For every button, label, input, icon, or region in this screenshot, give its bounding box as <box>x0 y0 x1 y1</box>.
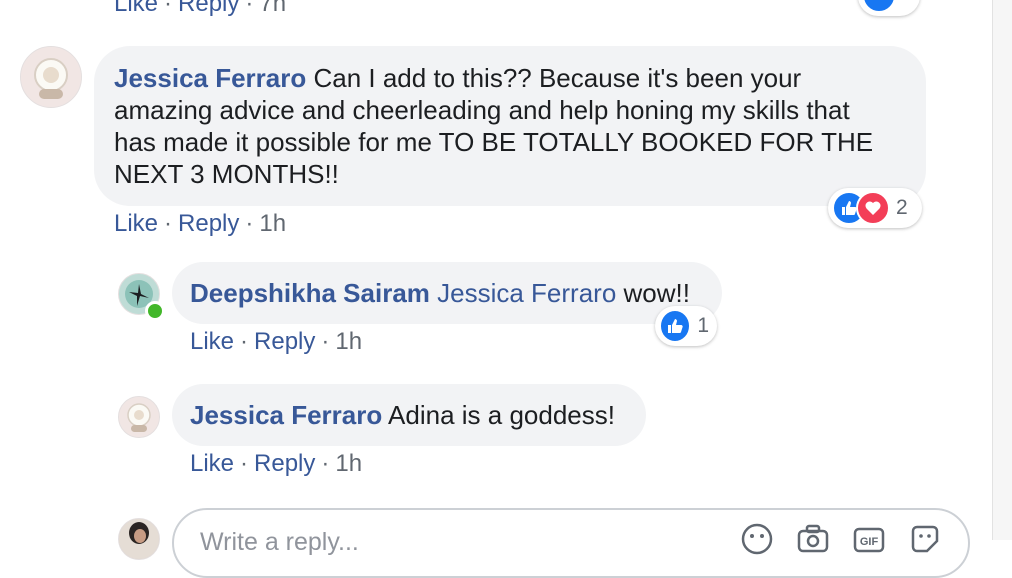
reply-bubble: Jessica Ferraro Adina is a goddess! <box>172 384 646 446</box>
timestamp: 1h <box>335 450 363 477</box>
mention-link[interactable]: Jessica Ferraro <box>437 278 616 308</box>
comment-author[interactable]: Jessica Ferraro <box>114 63 306 93</box>
camera-icon[interactable] <box>796 522 830 556</box>
comment-text-line: amazing advice and cheerleading and help… <box>114 95 850 125</box>
online-status-indicator <box>145 301 165 321</box>
reply-actions: Like · Reply · 1h <box>190 450 363 477</box>
avatar-image <box>119 397 159 437</box>
timestamp: 1h <box>259 210 287 237</box>
like-link[interactable]: Like <box>114 210 158 237</box>
previous-comment-actions: Like · Reply · 7h <box>114 0 286 18</box>
reply-link[interactable]: Reply <box>254 450 315 477</box>
reply-author[interactable]: Jessica Ferraro <box>190 400 382 430</box>
reply-link[interactable]: Reply <box>178 0 239 17</box>
reply-composer[interactable]: GIF <box>172 508 970 578</box>
reply-link[interactable]: Reply <box>178 210 239 237</box>
reply-link[interactable]: Reply <box>254 328 315 355</box>
comment-bubble: Jessica Ferraro Can I add to this?? Beca… <box>94 46 926 206</box>
like-link[interactable]: Like <box>190 328 234 355</box>
comment-text-line: has made it possible for me TO BE TOTALL… <box>114 127 874 157</box>
reply-bubble: Deepshikha Sairam Jessica Ferraro wow!! <box>172 262 722 324</box>
reaction-summary[interactable]: 2 <box>828 188 922 228</box>
comment-actions: Like · Reply · 1h <box>114 210 287 237</box>
like-reaction-icon <box>659 309 692 343</box>
reply-actions: Like · Reply · 1h <box>190 328 363 355</box>
avatar-image <box>21 47 81 107</box>
like-link[interactable]: Like <box>114 0 158 17</box>
gif-icon[interactable]: GIF <box>852 522 886 556</box>
reply-text: Adina is a goddess! <box>388 400 615 430</box>
reaction-count: 1 <box>697 314 709 337</box>
sticker-icon[interactable] <box>908 522 942 556</box>
love-reaction-icon <box>856 191 890 225</box>
like-link[interactable]: Like <box>190 450 234 477</box>
reply-author[interactable]: Deepshikha Sairam <box>190 278 430 308</box>
like-reaction-icon <box>862 0 896 13</box>
scrollbar[interactable] <box>992 0 1012 540</box>
current-user-avatar[interactable] <box>118 518 160 560</box>
timestamp: 7h <box>259 0 287 17</box>
avatar[interactable] <box>118 396 160 438</box>
svg-text:GIF: GIF <box>860 536 879 548</box>
avatar[interactable] <box>20 46 82 108</box>
comment-text-line: Can I add to this?? Because it's been yo… <box>313 63 802 93</box>
reaction-count: 2 <box>896 196 908 219</box>
previous-reactions[interactable] <box>858 0 920 16</box>
reply-text: wow!! <box>623 278 690 308</box>
avatar-image <box>119 519 159 559</box>
reaction-summary[interactable]: 1 <box>655 306 717 346</box>
reply-input[interactable] <box>198 524 702 560</box>
timestamp: 1h <box>335 328 363 355</box>
emoji-icon[interactable] <box>740 522 774 556</box>
comment-text-line: NEXT 3 MONTHS!! <box>114 159 339 189</box>
